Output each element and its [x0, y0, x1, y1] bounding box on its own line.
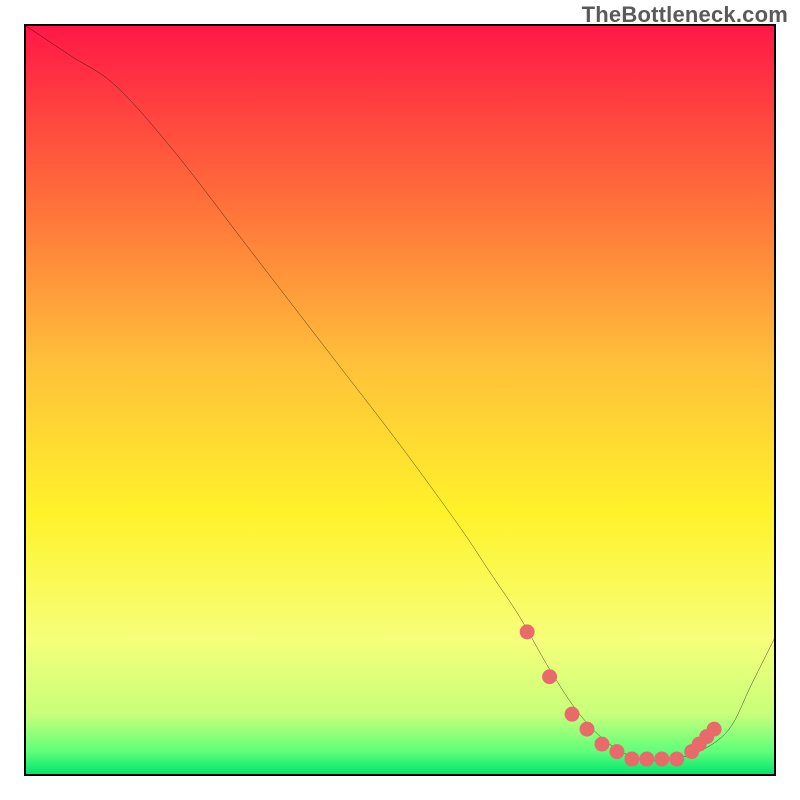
chart-svg: [26, 26, 774, 774]
marker-point: [654, 752, 669, 767]
chart-stage: TheBottleneck.com: [0, 0, 800, 800]
marker-point: [609, 744, 624, 759]
marker-point: [639, 752, 654, 767]
marker-point: [520, 624, 535, 639]
marker-point: [580, 722, 595, 737]
marker-point: [542, 669, 557, 684]
chart-plot-area: [24, 24, 776, 776]
marker-point: [594, 737, 609, 752]
marker-point: [624, 752, 639, 767]
marker-point: [565, 707, 580, 722]
gradient-background: [26, 26, 774, 774]
marker-point: [669, 752, 684, 767]
marker-point: [707, 722, 722, 737]
